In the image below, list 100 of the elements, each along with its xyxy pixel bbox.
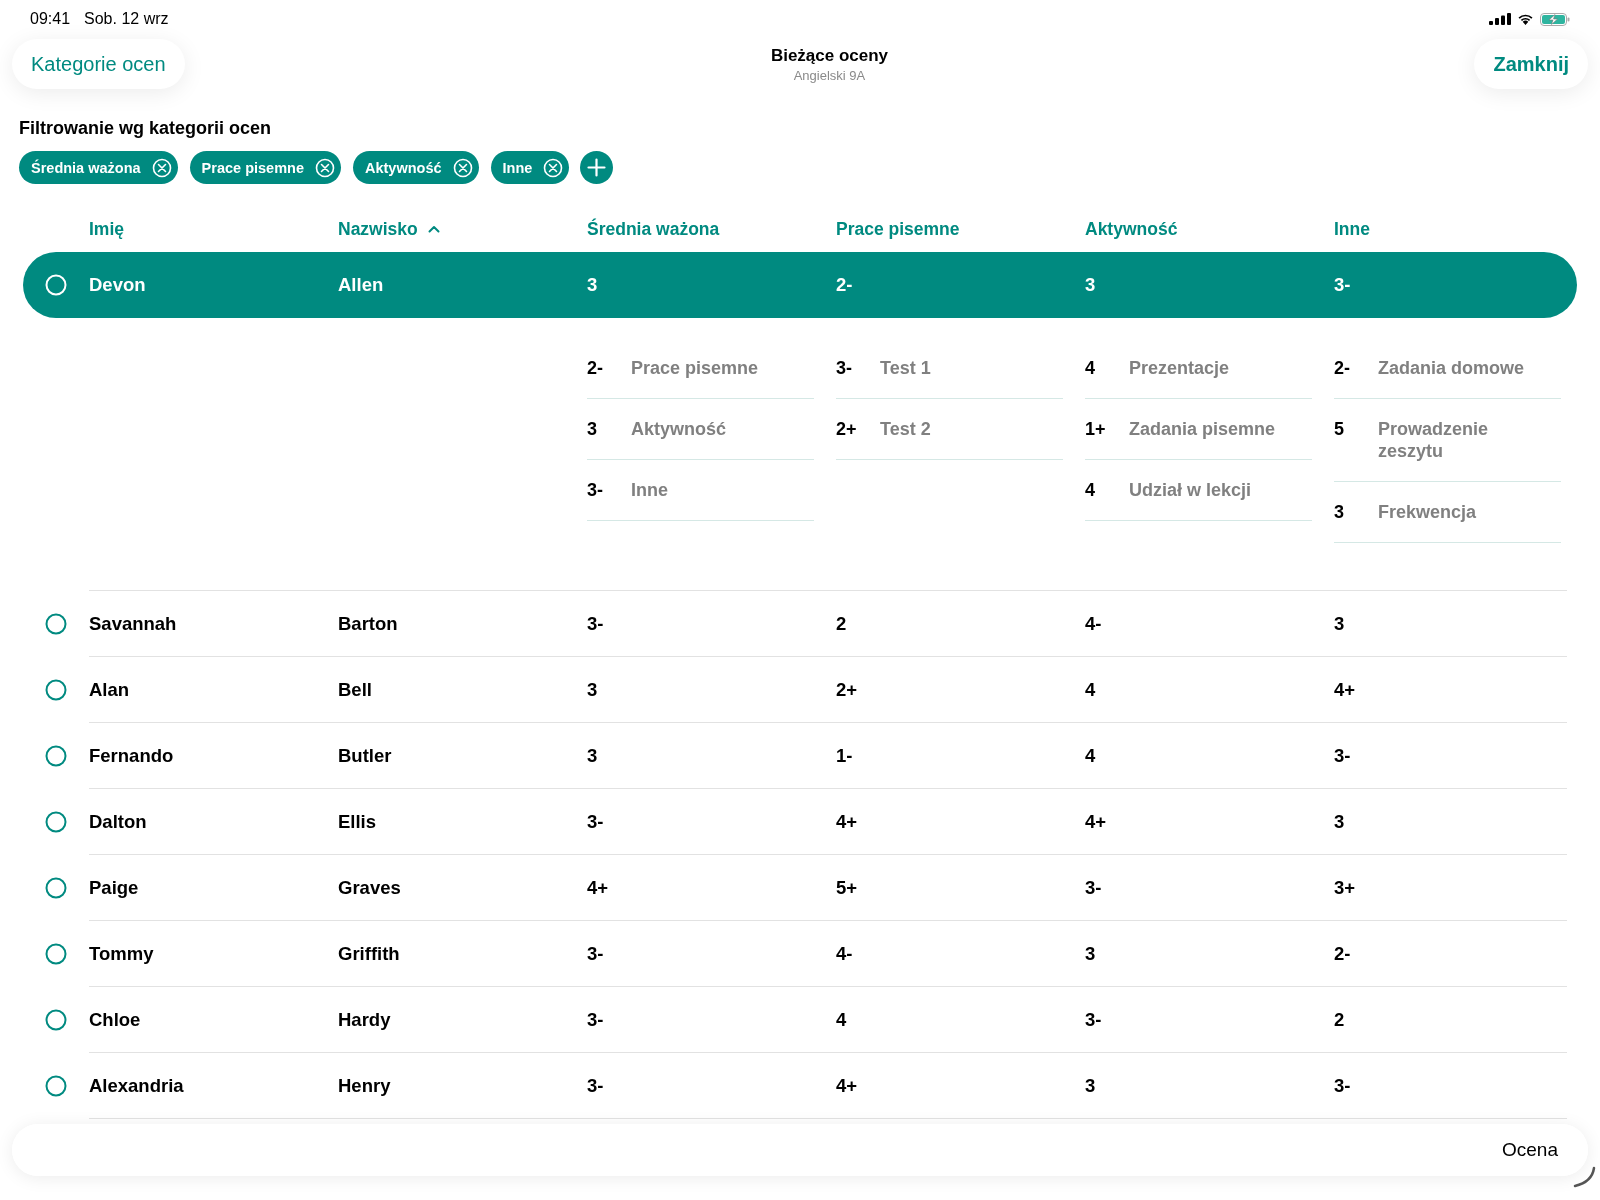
table-cell: Fernando — [89, 745, 174, 767]
table-cell: 3 — [587, 679, 598, 701]
table-cell: Savannah — [89, 613, 177, 635]
table-cell: 3 — [1334, 613, 1345, 635]
grade-category: Prace pisemne — [631, 357, 759, 379]
table-cell: 2+ — [836, 679, 858, 701]
radio-button[interactable] — [45, 943, 67, 965]
table-cell: 4 — [1085, 745, 1096, 767]
table-cell: 3 — [587, 274, 598, 296]
remove-icon[interactable] — [452, 157, 473, 178]
remove-icon[interactable] — [543, 157, 564, 178]
table-cell: 3 — [587, 745, 598, 767]
filter-chip[interactable]: Inne — [490, 151, 570, 184]
table-cell: 3 — [1334, 811, 1345, 833]
table-cell: 4- — [1085, 613, 1102, 635]
table-cell: 4+ — [1334, 679, 1356, 701]
curve-icon — [1572, 1166, 1596, 1188]
table-cell: 3 — [1085, 274, 1096, 296]
wifi-icon — [1517, 13, 1534, 25]
grade-value: 2+ — [836, 418, 858, 440]
table-cell: Henry — [338, 1075, 391, 1097]
selected-row[interactable]: Devon Allen 3 2- 3 3- — [23, 252, 1577, 318]
close-button[interactable]: Zamknij — [1474, 39, 1588, 89]
grade-value: 3- — [587, 479, 604, 501]
column-header[interactable]: Prace pisemne — [836, 218, 960, 240]
battery-charging-icon — [1540, 12, 1570, 26]
grade-category: Test 2 — [880, 418, 931, 440]
grade-value: 2- — [587, 357, 604, 379]
table-cell: 4 — [1085, 679, 1096, 701]
table-cell: Dalton — [89, 811, 147, 833]
table-cell: 3- — [587, 811, 604, 833]
grade-category: Test 1 — [880, 357, 931, 379]
radio-button[interactable] — [45, 877, 67, 899]
signal-icon — [1489, 13, 1511, 25]
filter-chip[interactable]: Aktywność — [352, 151, 479, 184]
table-cell: 2- — [1334, 943, 1351, 965]
radio-button[interactable] — [45, 679, 67, 701]
table-cell: 3- — [1334, 745, 1351, 767]
remove-icon[interactable] — [314, 157, 335, 178]
table-cell: Ellis — [338, 811, 377, 833]
table-cell: Griffith — [338, 943, 400, 965]
filter-chip[interactable]: Prace pisemne — [189, 151, 341, 184]
grade-value: 1+ — [1085, 418, 1107, 440]
grade-category: Prowadzenie zeszytu — [1378, 418, 1490, 462]
grade-value: 5 — [1334, 418, 1345, 441]
table-cell: Bell — [338, 679, 372, 701]
grade-value: 3- — [836, 357, 853, 379]
table-cell: 4- — [836, 943, 853, 965]
table-cell: 4 — [836, 1009, 847, 1031]
table-cell: Graves — [338, 877, 401, 899]
filter-label: Filtrowanie wg kategorii ocen — [19, 118, 272, 139]
table-cell: Paige — [89, 877, 139, 899]
table-cell: 3- — [1334, 1075, 1351, 1097]
column-header[interactable]: Imię — [89, 218, 125, 240]
grade-value: 4 — [1085, 479, 1096, 501]
grade-category: Aktywność — [631, 418, 727, 440]
table-cell: 3- — [1085, 877, 1102, 899]
grade-category: Udział w lekcji — [1129, 479, 1252, 501]
grade-category: Frekwencja — [1378, 501, 1477, 523]
column-header[interactable]: Średnia ważona — [587, 218, 720, 240]
table-cell: Chloe — [89, 1009, 141, 1031]
table-cell: 2 — [1334, 1009, 1345, 1031]
table-cell: Alexandria — [89, 1075, 184, 1097]
table-cell: Alan — [89, 679, 130, 701]
table-cell: 3- — [587, 943, 604, 965]
grade-category: Zadania domowe — [1378, 357, 1525, 379]
column-header[interactable]: Aktywność — [1085, 218, 1178, 240]
window-subtitle: Angielski 9A — [792, 67, 867, 83]
grade-value: 3 — [587, 418, 598, 440]
table-cell: 5+ — [836, 877, 858, 899]
table-cell: 3 — [1085, 1075, 1096, 1097]
radio-button[interactable] — [45, 811, 67, 833]
table-cell: 2- — [836, 274, 853, 296]
column-header[interactable]: Inne — [1334, 218, 1370, 240]
radio-button[interactable] — [45, 1009, 67, 1031]
table-cell: 4+ — [1085, 811, 1107, 833]
radio-button[interactable] — [45, 745, 67, 767]
table-cell: 3- — [587, 613, 604, 635]
categories-button[interactable]: Kategorie ocen — [12, 39, 185, 89]
table-cell: 3- — [1085, 1009, 1102, 1031]
table-cell: Tommy — [89, 943, 154, 965]
status-time: 09:41 — [30, 10, 71, 28]
column-header[interactable]: Nazwisko — [338, 218, 440, 240]
grade-label: Ocena — [1502, 1139, 1558, 1161]
table-cell: 4+ — [836, 1075, 858, 1097]
radio-button[interactable] — [45, 613, 67, 635]
table-cell: Butler — [338, 745, 392, 767]
window-title: Bieżące oceny — [769, 45, 890, 66]
table-cell: Devon — [89, 274, 146, 296]
radio-button[interactable] — [45, 1075, 67, 1097]
grade-category: Inne — [631, 479, 668, 501]
status-date: Sob. 12 wrz — [84, 10, 169, 28]
table-cell: 3- — [587, 1009, 604, 1031]
remove-icon[interactable] — [151, 157, 172, 178]
table-cell: 4+ — [836, 811, 858, 833]
table-cell: Hardy — [338, 1009, 391, 1031]
table-cell: Barton — [338, 613, 398, 635]
grade-value: 2- — [1334, 357, 1351, 379]
filter-chip[interactable]: Średnia ważona — [19, 151, 178, 184]
add-icon[interactable] — [580, 151, 614, 184]
